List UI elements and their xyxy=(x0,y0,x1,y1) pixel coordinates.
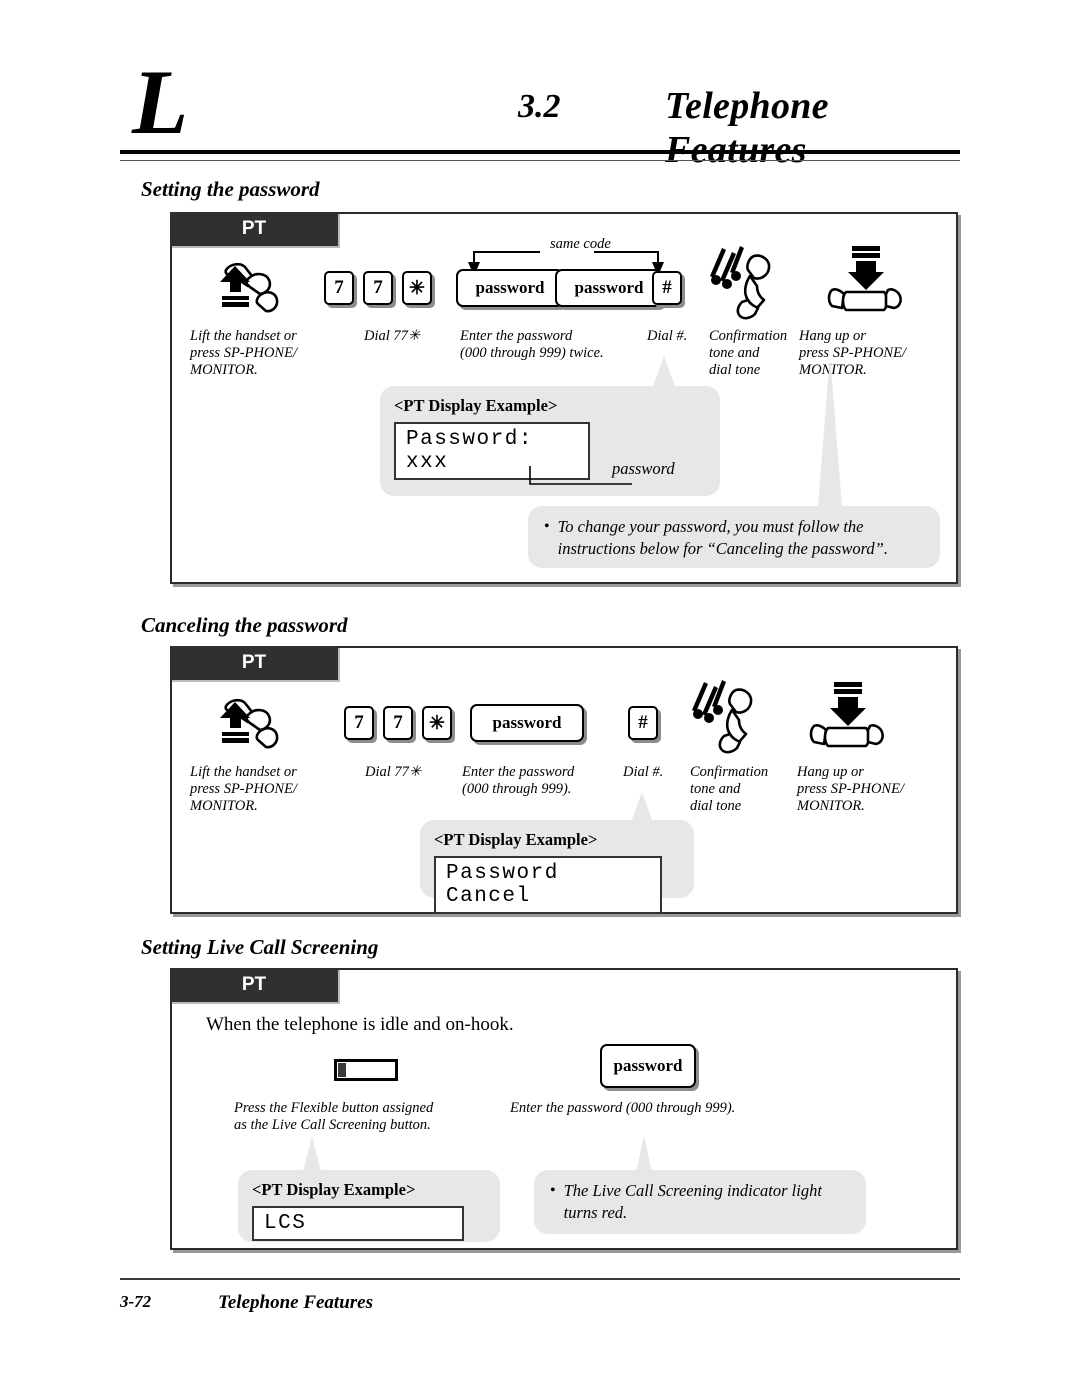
step-label-dial-77: Dial 77✳ xyxy=(364,328,421,344)
flexible-button-icon[interactable] xyxy=(334,1056,398,1084)
intro-text-idle-onhook: When the telephone is idle and on-hook. xyxy=(206,1014,514,1035)
annotation-password-label: password xyxy=(612,459,675,478)
step-label-dial-hash-2: Dial #. xyxy=(623,764,664,780)
diagram-frame-setting-password: PT same code 7 7 ✳ password password # L… xyxy=(170,212,958,584)
step-label-confirmation-2: Confirmation tone and dial tone xyxy=(690,764,769,814)
step-label-enter-password-2: Enter the password (000 through 999). xyxy=(462,764,575,797)
diagram-frame-canceling-password: PT 7 7 ✳ password # Lift the handset or … xyxy=(170,646,958,914)
note-callout-indicator-light: • The Live Call Screening indicator ligh… xyxy=(534,1170,866,1234)
pt-tab-label: PT xyxy=(170,212,338,246)
step-label-enter-password: Enter the password (000 through 999) twi… xyxy=(460,328,604,361)
hang-up-icon-2 xyxy=(804,680,890,756)
key-password-2[interactable]: password xyxy=(470,704,584,742)
page-header: L 3.2 Telephone Features xyxy=(120,56,960,171)
bullet-marker: • xyxy=(544,518,550,535)
pt-display-callout-title-2: <PT Display Example> xyxy=(434,830,598,849)
key-hash-2[interactable]: # xyxy=(628,706,658,740)
pt-display-callout-title: <PT Display Example> xyxy=(394,396,558,415)
key-7-second[interactable]: 7 xyxy=(363,271,393,305)
footer-title: Telephone Features xyxy=(218,1292,373,1313)
key-password-first[interactable]: password xyxy=(456,269,564,307)
note-callout-change-password: • To change your password, you must foll… xyxy=(528,506,940,568)
key-hash[interactable]: # xyxy=(652,271,682,305)
key-password-second[interactable]: password xyxy=(555,269,663,307)
confirmation-tone-icon-2 xyxy=(684,676,762,758)
note-line-2-3: turns red. xyxy=(563,1203,628,1222)
callout-pointer-note xyxy=(810,356,850,506)
key-7-second-2[interactable]: 7 xyxy=(383,706,413,740)
header-divider xyxy=(120,150,960,161)
manual-page: L 3.2 Telephone Features Setting the pas… xyxy=(0,0,1080,1397)
step-label-dial-hash: Dial #. xyxy=(647,328,688,344)
step-label-dial-77-2: Dial 77✳ xyxy=(365,764,422,780)
pt-display-callout-canceling: <PT Display Example> Password Cancel xyxy=(420,820,694,914)
pt-display-callout-title-3: <PT Display Example> xyxy=(252,1180,416,1199)
note-line-1: To change your password, you must follow… xyxy=(557,517,864,536)
hang-up-icon xyxy=(822,244,908,320)
step-label-lift-handset: Lift the handset or press SP-PHONE/ MONI… xyxy=(190,328,297,378)
section-heading-canceling-password: Canceling the password xyxy=(141,613,348,637)
lift-handset-icon-2 xyxy=(210,692,290,758)
key-asterisk[interactable]: ✳ xyxy=(402,271,432,305)
pt-display-callout-lcs: <PT Display Example> LCS xyxy=(238,1170,500,1242)
note-line-2: instructions below for “Canceling the pa… xyxy=(557,539,888,558)
pt-tab-label-2: PT xyxy=(170,646,338,680)
section-number: 3.2 xyxy=(518,88,561,125)
key-7-first[interactable]: 7 xyxy=(324,271,354,305)
step-label-lift-handset-2: Lift the handset or press SP-PHONE/ MONI… xyxy=(190,764,297,814)
section-heading-live-call-screening: Setting Live Call Screening xyxy=(141,935,379,959)
lcd-display-lcs: LCS xyxy=(252,1206,464,1241)
bullet-marker-3: • xyxy=(550,1182,556,1199)
footer-divider xyxy=(120,1278,960,1280)
footer-page-number: 3-72 xyxy=(120,1292,152,1311)
step-label-hang-up-2: Hang up or press SP-PHONE/ MONITOR. xyxy=(797,764,904,814)
note-line-1-3: The Live Call Screening indicator light xyxy=(563,1181,822,1200)
lift-handset-icon xyxy=(210,256,290,322)
step-label-press-flexible: Press the Flexible button assigned as th… xyxy=(234,1100,434,1133)
key-7-first-2[interactable]: 7 xyxy=(344,706,374,740)
step-label-confirmation: Confirmation tone and dial tone xyxy=(709,328,788,378)
callout-pointer-note-3 xyxy=(626,1136,662,1172)
same-code-label: same code xyxy=(550,236,611,252)
drop-cap-letter: L xyxy=(132,51,189,153)
key-asterisk-2[interactable]: ✳ xyxy=(422,706,452,740)
confirmation-tone-icon xyxy=(702,242,780,324)
lcd-display-password-cancel: Password Cancel xyxy=(434,856,662,914)
pt-display-callout-setting: <PT Display Example> Password: xxx xyxy=(380,386,720,496)
pt-tab-label-3: PT xyxy=(170,968,338,1002)
step-label-enter-password-3: Enter the password (000 through 999). xyxy=(510,1100,736,1116)
key-password-3[interactable]: password xyxy=(600,1044,696,1088)
section-heading-setting-password: Setting the password xyxy=(141,177,320,201)
diagram-frame-live-call-screening: PT When the telephone is idle and on-hoo… xyxy=(170,968,958,1250)
